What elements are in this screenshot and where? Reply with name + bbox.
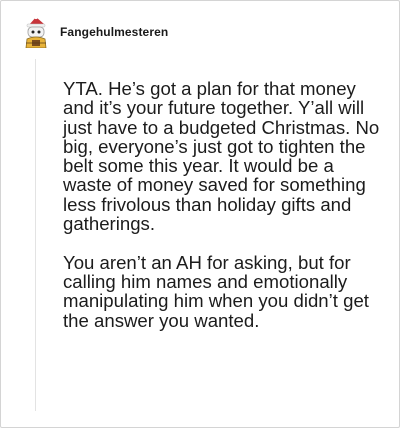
comment-header: Fangehulmesteren bbox=[23, 15, 168, 49]
comment-body: YTA. He’s got a plan for that money and … bbox=[63, 79, 385, 330]
thread-line[interactable] bbox=[35, 59, 36, 411]
comment-paragraph: YTA. He’s got a plan for that money and … bbox=[63, 78, 380, 235]
comment-username[interactable]: Fangehulmesteren bbox=[60, 25, 168, 39]
comment-paragraph: You aren’t an AH for asking, but for cal… bbox=[63, 251, 369, 331]
comment-card: Fangehulmesteren YTA. He’s got a plan fo… bbox=[0, 0, 400, 428]
snoo-avatar-icon[interactable] bbox=[23, 15, 49, 49]
